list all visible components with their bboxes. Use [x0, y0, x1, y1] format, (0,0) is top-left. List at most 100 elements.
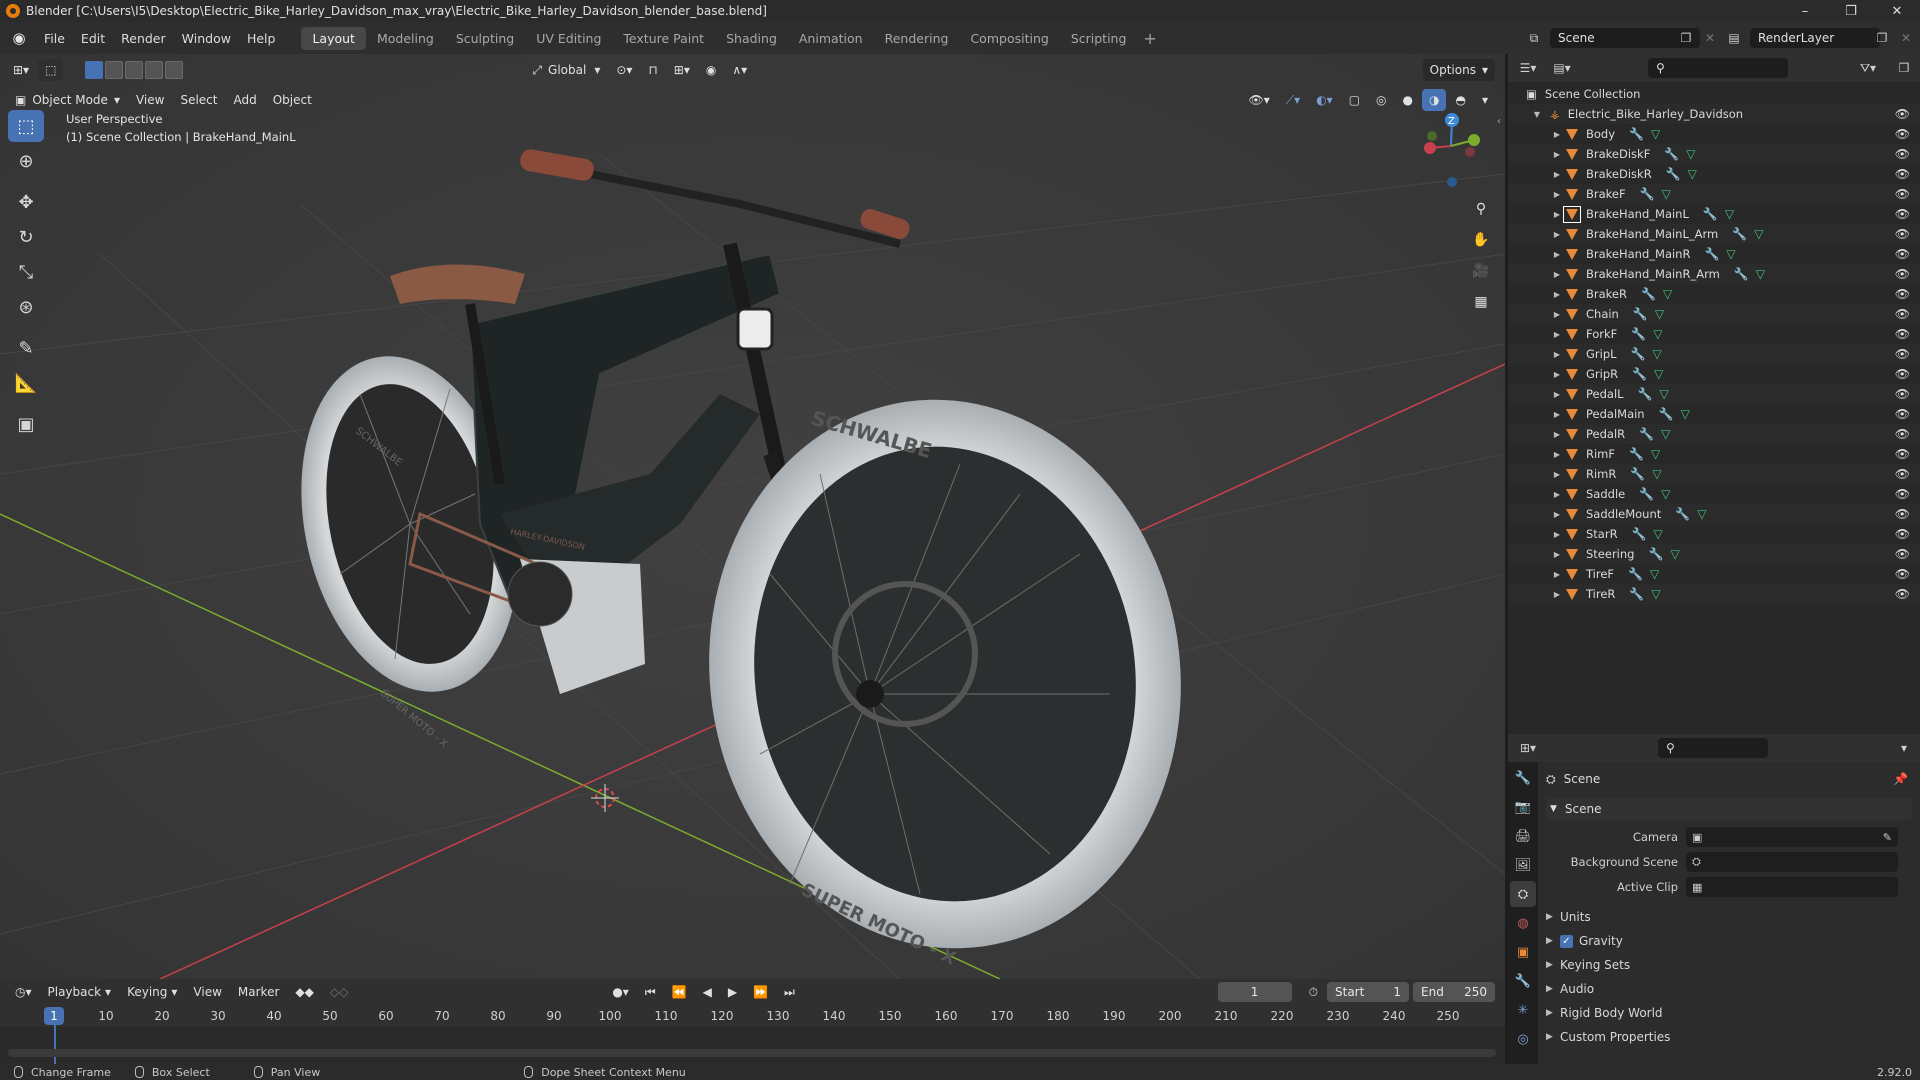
- outliner-item-gripr[interactable]: ▶ GripR 🔧 ▽ 👁: [1508, 364, 1920, 384]
- chevron-right-icon[interactable]: ▶: [1552, 170, 1562, 179]
- tab-animation[interactable]: Animation: [788, 27, 874, 50]
- camera-view-icon[interactable]: 🎥: [1468, 258, 1494, 284]
- chevron-right-icon[interactable]: ▶: [1552, 190, 1562, 199]
- outliner-item-pedalmain[interactable]: ▶ PedalMain 🔧 ▽ 👁: [1508, 404, 1920, 424]
- mesh-data-icon[interactable]: ▽: [1650, 567, 1659, 581]
- mesh-data-icon[interactable]: ▽: [1652, 467, 1661, 481]
- gizmo-neg-z-icon[interactable]: [1447, 177, 1457, 187]
- select-mode-intersect-icon[interactable]: [165, 61, 184, 79]
- modifier-wrench-icon[interactable]: 🔧: [1648, 547, 1663, 561]
- pin-icon[interactable]: 📌: [1893, 772, 1908, 786]
- outliner-collection-row[interactable]: ▼ ⚶ Electric_Bike_Harley_Davidson 👁: [1508, 104, 1920, 124]
- rigid-body-world-section[interactable]: ▶ Rigid Body World: [1546, 1002, 1912, 1024]
- tab-scripting[interactable]: Scripting: [1060, 27, 1138, 50]
- chevron-right-icon[interactable]: ▶: [1552, 550, 1562, 559]
- menu-select[interactable]: Select: [173, 89, 224, 111]
- chevron-down-icon[interactable]: ▼: [1532, 110, 1542, 119]
- menu-add[interactable]: Add: [226, 89, 263, 111]
- new-collection-icon[interactable]: ❐: [1894, 58, 1914, 78]
- units-section[interactable]: ▶ Units: [1546, 906, 1912, 928]
- render-tab-icon[interactable]: 📷: [1510, 794, 1536, 820]
- menu-file[interactable]: File: [36, 31, 73, 46]
- transform-orientation-dropdown[interactable]: ⤢ Global ▾: [525, 59, 607, 81]
- modifier-wrench-icon[interactable]: 🔧: [1628, 567, 1643, 581]
- chevron-right-icon[interactable]: ▶: [1552, 530, 1562, 539]
- outliner-item-brakediskr[interactable]: ▶ BrakeDiskR 🔧 ▽ 👁: [1508, 164, 1920, 184]
- mesh-data-icon[interactable]: ▽: [1660, 387, 1669, 401]
- gizmo-neg-y-icon[interactable]: [1427, 131, 1437, 141]
- visibility-eye-icon[interactable]: 👁: [1895, 427, 1910, 441]
- visibility-eye-icon[interactable]: 👁: [1895, 127, 1910, 141]
- chevron-right-icon[interactable]: ▶: [1552, 210, 1562, 219]
- view-layer-field[interactable]: RenderLayer: [1750, 28, 1880, 48]
- new-scene-icon[interactable]: ❐: [1676, 28, 1696, 48]
- outliner-item-forkf[interactable]: ▶ ForkF 🔧 ▽ 👁: [1508, 324, 1920, 344]
- headlight-badge[interactable]: [736, 307, 774, 351]
- jump-end-icon[interactable]: ⏭: [777, 981, 802, 1003]
- outliner-item-brakehand-mainl-arm[interactable]: ▶ BrakeHand_MainL_Arm 🔧 ▽ 👁: [1508, 224, 1920, 244]
- chevron-right-icon[interactable]: ▶: [1552, 330, 1562, 339]
- delete-scene-icon[interactable]: ✕: [1700, 28, 1720, 48]
- tab-layout[interactable]: Layout: [301, 26, 366, 50]
- pivot-point-icon[interactable]: ⊙▾: [609, 59, 639, 81]
- mesh-data-icon[interactable]: ▽: [1654, 367, 1663, 381]
- add-cube-tool-icon[interactable]: ▣: [8, 408, 44, 440]
- select-mode-new-icon[interactable]: [85, 61, 104, 79]
- outliner-item-gripl[interactable]: ▶ GripL 🔧 ▽ 👁: [1508, 344, 1920, 364]
- outliner-item-saddle[interactable]: ▶ Saddle 🔧 ▽ 👁: [1508, 484, 1920, 504]
- proportional-edit-icon[interactable]: ◉: [699, 59, 723, 81]
- active-clip-field[interactable]: ▦: [1686, 877, 1898, 897]
- outliner-item-tirer[interactable]: ▶ TireR 🔧 ▽ 👁: [1508, 584, 1920, 604]
- visibility-eye-icon[interactable]: 👁: [1895, 207, 1910, 221]
- current-frame-field[interactable]: 1: [1217, 982, 1292, 1002]
- mesh-data-icon[interactable]: ▽: [1663, 287, 1672, 301]
- ortho-grid-icon[interactable]: ▦: [1468, 289, 1494, 315]
- mesh-data-icon[interactable]: ▽: [1654, 527, 1663, 541]
- gizmo-toggle-icon[interactable]: ⟋▾: [1279, 89, 1307, 111]
- mesh-data-icon[interactable]: ▽: [1754, 227, 1763, 241]
- chevron-right-icon[interactable]: ▶: [1552, 410, 1562, 419]
- mesh-data-icon[interactable]: ▽: [1726, 247, 1735, 261]
- editor-type-icon[interactable]: ⊞▾: [6, 59, 36, 81]
- chevron-right-icon[interactable]: ▶: [1552, 450, 1562, 459]
- start-frame-field[interactable]: Start 1: [1327, 982, 1409, 1002]
- chevron-right-icon[interactable]: ▶: [1552, 310, 1562, 319]
- visibility-eye-icon[interactable]: 👁: [1895, 527, 1910, 541]
- delete-view-layer-icon[interactable]: ✕: [1896, 28, 1916, 48]
- scene-selector-icon[interactable]: ⧉: [1524, 28, 1544, 48]
- filter-icon[interactable]: ⛛▾: [1858, 58, 1878, 78]
- modifier-wrench-icon[interactable]: 🔧: [1639, 427, 1654, 441]
- gravity-section[interactable]: ▶ ✓ Gravity: [1546, 930, 1912, 952]
- chevron-right-icon[interactable]: ▶: [1552, 130, 1562, 139]
- gizmo-neg-x-icon[interactable]: [1465, 147, 1475, 157]
- chevron-right-icon[interactable]: ▶: [1552, 150, 1562, 159]
- modifier-wrench-icon[interactable]: 🔧: [1629, 127, 1644, 141]
- gravity-checkbox[interactable]: ✓: [1560, 934, 1573, 948]
- world-tab-icon[interactable]: ◍: [1510, 910, 1536, 936]
- record-auto-key-icon[interactable]: ●▾: [605, 981, 636, 1003]
- outliner-search-input[interactable]: ⚲: [1648, 58, 1788, 78]
- modifier-wrench-icon[interactable]: 🔧: [1631, 347, 1646, 361]
- modifier-wrench-icon[interactable]: 🔧: [1638, 387, 1653, 401]
- visibility-eye-icon[interactable]: 👁: [1895, 227, 1910, 241]
- outliner-item-rimr[interactable]: ▶ RimR 🔧 ▽ 👁: [1508, 464, 1920, 484]
- audio-section[interactable]: ▶ Audio: [1546, 978, 1912, 1000]
- modifier-wrench-icon[interactable]: 🔧: [1639, 487, 1654, 501]
- menu-render[interactable]: Render: [113, 31, 174, 46]
- minimize-button[interactable]: –: [1782, 0, 1828, 22]
- modifier-wrench-icon[interactable]: 🔧: [1659, 407, 1674, 421]
- mesh-data-icon[interactable]: ▽: [1697, 507, 1706, 521]
- visibility-eye-icon[interactable]: 👁: [1895, 307, 1910, 321]
- view-layer-icon[interactable]: ▤: [1724, 28, 1744, 48]
- mesh-data-icon[interactable]: ▽: [1653, 347, 1662, 361]
- mesh-data-icon[interactable]: ▽: [1655, 307, 1664, 321]
- menu-window[interactable]: Window: [174, 31, 239, 46]
- modifier-wrench-icon[interactable]: 🔧: [1632, 367, 1647, 381]
- chevron-right-icon[interactable]: ▶: [1552, 570, 1562, 579]
- outliner-item-steering[interactable]: ▶ Steering 🔧 ▽ 👁: [1508, 544, 1920, 564]
- modifier-wrench-icon[interactable]: 🔧: [1640, 187, 1655, 201]
- physics-tab-icon[interactable]: ◎: [1510, 1026, 1536, 1052]
- chevron-right-icon[interactable]: ▶: [1552, 250, 1562, 259]
- measure-tool-icon[interactable]: 📐: [8, 367, 44, 399]
- jump-next-keyframe-icon[interactable]: ⏩: [746, 981, 775, 1003]
